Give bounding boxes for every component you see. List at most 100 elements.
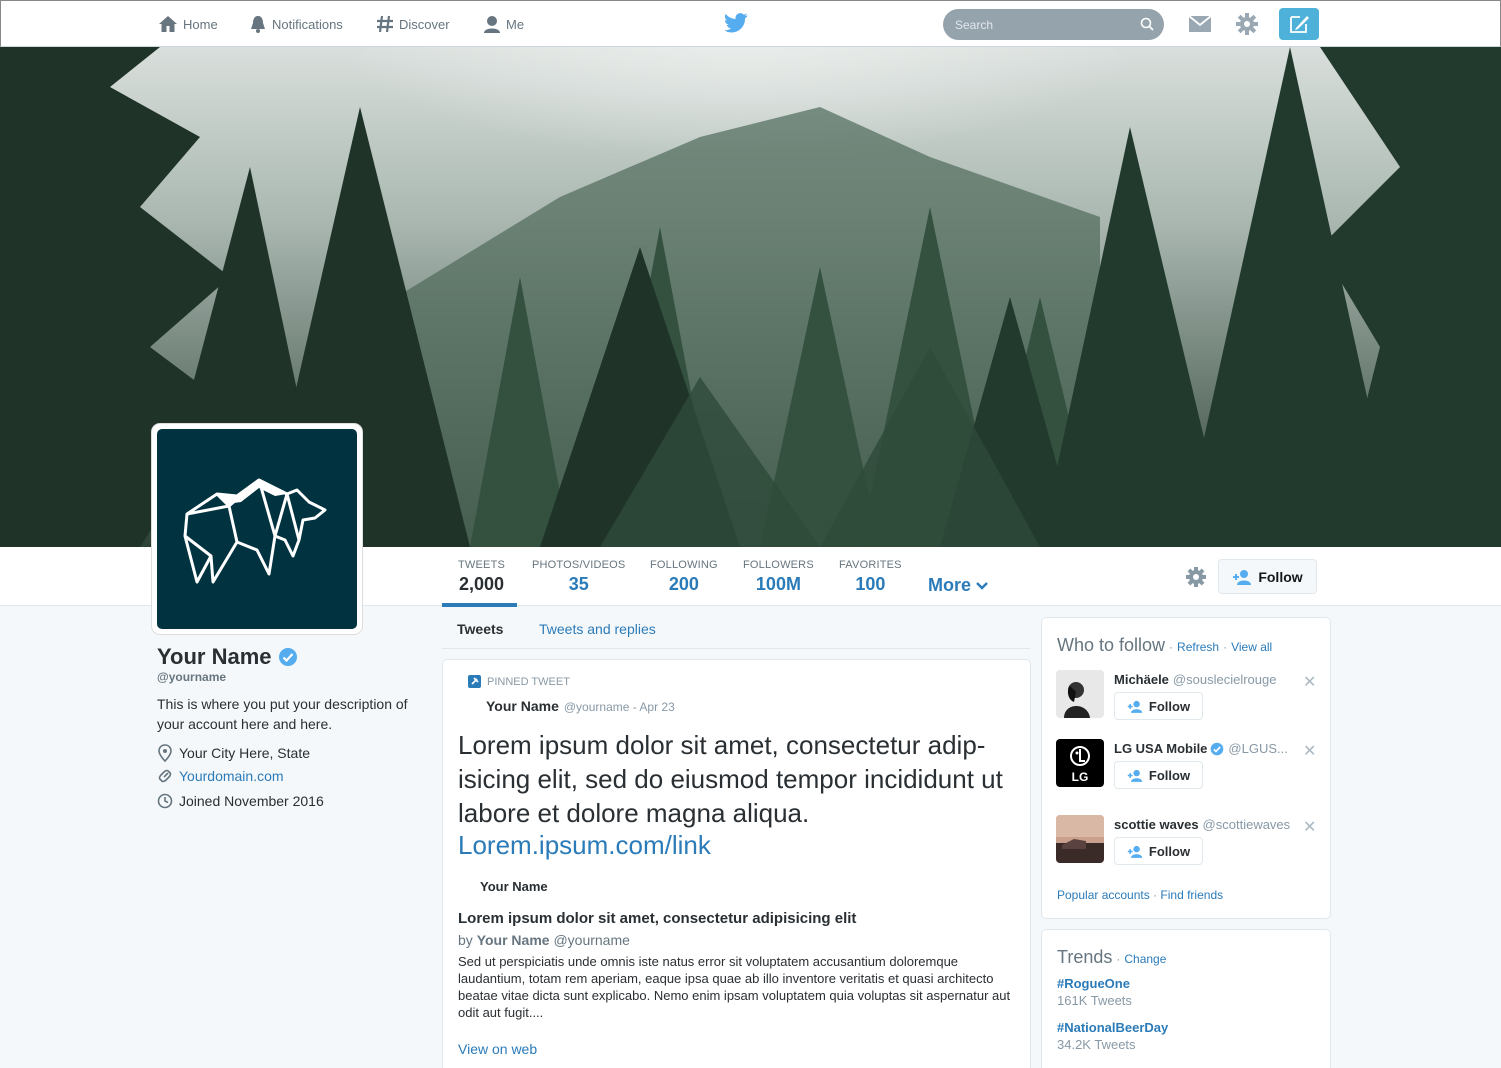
trend-count: 34.2K Tweets (1057, 1037, 1136, 1052)
separator: · (1116, 952, 1121, 966)
magnifier-icon[interactable] (1140, 17, 1154, 31)
nav-me[interactable]: Me (483, 1, 524, 47)
nav-notifications[interactable]: Notifications (249, 1, 343, 47)
pinned-tweet-card[interactable]: PINNED TWEET Your Name @yourname - Apr 2… (442, 659, 1031, 1068)
profile-handle: @yourname (157, 670, 227, 684)
gear-icon[interactable] (1236, 13, 1258, 35)
card-by-handle: @yourname (553, 932, 630, 948)
card-by-prefix: by (458, 932, 473, 948)
envelope-icon[interactable] (1188, 15, 1212, 33)
stat-favorites[interactable]: FAVORITES 100 (839, 559, 902, 595)
tweet-author[interactable]: Your Name (486, 698, 559, 714)
profile-avatar[interactable] (152, 424, 362, 634)
suggestion-name[interactable]: LG USA Mobile @LGUS... (1114, 741, 1288, 756)
stat-label: TWEETS (458, 559, 506, 571)
popular-accounts-link[interactable]: Popular accounts (1057, 888, 1150, 902)
tweet-text: Lorem ipsum dolor sit amet, consectetur … (458, 730, 1003, 828)
home-icon (159, 16, 177, 32)
nav-notifications-label: Notifications (272, 16, 343, 32)
tweet-link[interactable]: Lorem.ipsum.com/link (458, 830, 711, 861)
view-on-web-link[interactable]: View on web (458, 1041, 537, 1057)
follow-suggestion: Michäele @souslecielrouge ✕ Follow (1056, 670, 1326, 730)
search-input[interactable] (955, 17, 1135, 32)
suggestion-display-name: Michäele (1114, 672, 1169, 687)
follow-label: Follow (1148, 767, 1191, 783)
dismiss-icon[interactable]: ✕ (1303, 741, 1316, 761)
profile-name-text: Your Name (157, 644, 272, 669)
trend-tag: #NationalBeerDay (1057, 1020, 1169, 1035)
find-friends-link[interactable]: Find friends (1160, 888, 1223, 902)
stat-followers[interactable]: FOLLOWERS 100M (743, 559, 814, 595)
trend-count: 161K Tweets (1057, 993, 1132, 1008)
tab-tweets[interactable]: Tweets (457, 621, 503, 637)
stat-value: 200 (668, 574, 699, 594)
timeline-tabs: Tweets Tweets and replies (442, 608, 1030, 649)
card-by-name: Your Name (476, 932, 550, 948)
bell-icon (251, 16, 265, 33)
trend-item[interactable]: #NationalBeerDay 34.2K Tweets (1057, 1020, 1168, 1052)
stat-following[interactable]: FOLLOWING 200 (650, 559, 718, 595)
location-pin-icon (158, 744, 172, 762)
profile-description: This is where you put your description o… (157, 696, 408, 732)
follow-profile-button[interactable]: Follow (1218, 559, 1317, 594)
nav-me-label: Me (506, 16, 525, 32)
avatar[interactable] (1056, 815, 1104, 863)
separator: · (1223, 640, 1228, 654)
who-to-follow-header: Who to follow · Refresh · View all (1057, 635, 1272, 656)
nav-home[interactable]: Home (158, 1, 218, 47)
add-user-icon (1127, 845, 1143, 858)
bear-logo-icon (183, 478, 327, 584)
dismiss-icon[interactable]: ✕ (1303, 672, 1316, 692)
follow-label: Follow (1258, 568, 1303, 585)
follow-button[interactable]: Follow (1114, 692, 1203, 720)
avatar[interactable]: LG (1056, 739, 1104, 787)
who-to-follow-footer: Popular accounts · Find friends (1057, 888, 1223, 902)
pinned-indicator: PINNED TWEET (468, 675, 570, 688)
card-title[interactable]: Lorem ipsum dolor sit amet, consectetur … (458, 910, 856, 927)
stat-tweets[interactable]: TWEETS 2,000 (458, 559, 505, 595)
change-trends-link[interactable]: Change (1124, 952, 1166, 966)
stat-label: FOLLOWERS (743, 559, 814, 571)
svg-text:LG: LG (1072, 770, 1089, 784)
add-user-icon (1127, 700, 1143, 713)
compose-tweet-button[interactable] (1279, 8, 1319, 40)
verified-badge-icon (278, 648, 297, 666)
follow-button[interactable]: Follow (1114, 761, 1203, 789)
stat-photos-videos[interactable]: PHOTOS/VIDEOS 35 (532, 559, 625, 595)
more-label: More (928, 575, 972, 595)
nav-home-label: Home (183, 16, 218, 32)
more-menu[interactable]: More (928, 575, 989, 596)
trends-title: Trends (1057, 947, 1113, 967)
search-box[interactable] (943, 9, 1164, 40)
view-all-link[interactable]: View all (1231, 640, 1272, 654)
stat-label: PHOTOS/VIDEOS (532, 559, 626, 571)
stat-label: FOLLOWING (650, 559, 718, 571)
refresh-link[interactable]: Refresh (1177, 640, 1219, 654)
profile-gear-icon[interactable] (1185, 566, 1207, 588)
quill-icon (1290, 16, 1309, 33)
dismiss-icon[interactable]: ✕ (1303, 817, 1316, 837)
profile-name: Your Name (157, 644, 298, 670)
avatar[interactable] (1056, 670, 1104, 718)
stat-value: 100 (855, 574, 886, 594)
trend-item[interactable]: #RogueOne 161K Tweets (1057, 976, 1132, 1008)
follow-label: Follow (1148, 843, 1191, 859)
pin-icon (468, 675, 481, 688)
suggestion-handle: @souslecielrouge (1172, 672, 1277, 687)
location-text: Your City Here, State (179, 745, 310, 761)
card-text: Sed ut perspiciatis unde omnis iste natu… (458, 954, 1011, 1020)
twitter-bird-icon[interactable] (724, 12, 748, 34)
profile-joined: Joined November 2016 (157, 793, 324, 809)
tweet-header: Your Name @yourname - Apr 23 (486, 698, 675, 714)
tab-tweets-and-replies[interactable]: Tweets and replies (539, 621, 656, 637)
pinned-label: PINNED TWEET (487, 675, 570, 688)
joined-text: Joined November 2016 (179, 793, 324, 809)
suggestion-name[interactable]: scottie waves @scottiewaves (1114, 817, 1290, 832)
website-link[interactable]: Yourdomain.com (179, 768, 284, 784)
suggestion-name[interactable]: Michäele @souslecielrouge (1114, 672, 1276, 687)
hashtag-icon (377, 15, 393, 33)
follow-button[interactable]: Follow (1114, 837, 1203, 865)
clock-icon (157, 793, 173, 809)
profile-website[interactable]: Yourdomain.com (157, 768, 284, 784)
nav-discover[interactable]: Discover (376, 1, 450, 47)
